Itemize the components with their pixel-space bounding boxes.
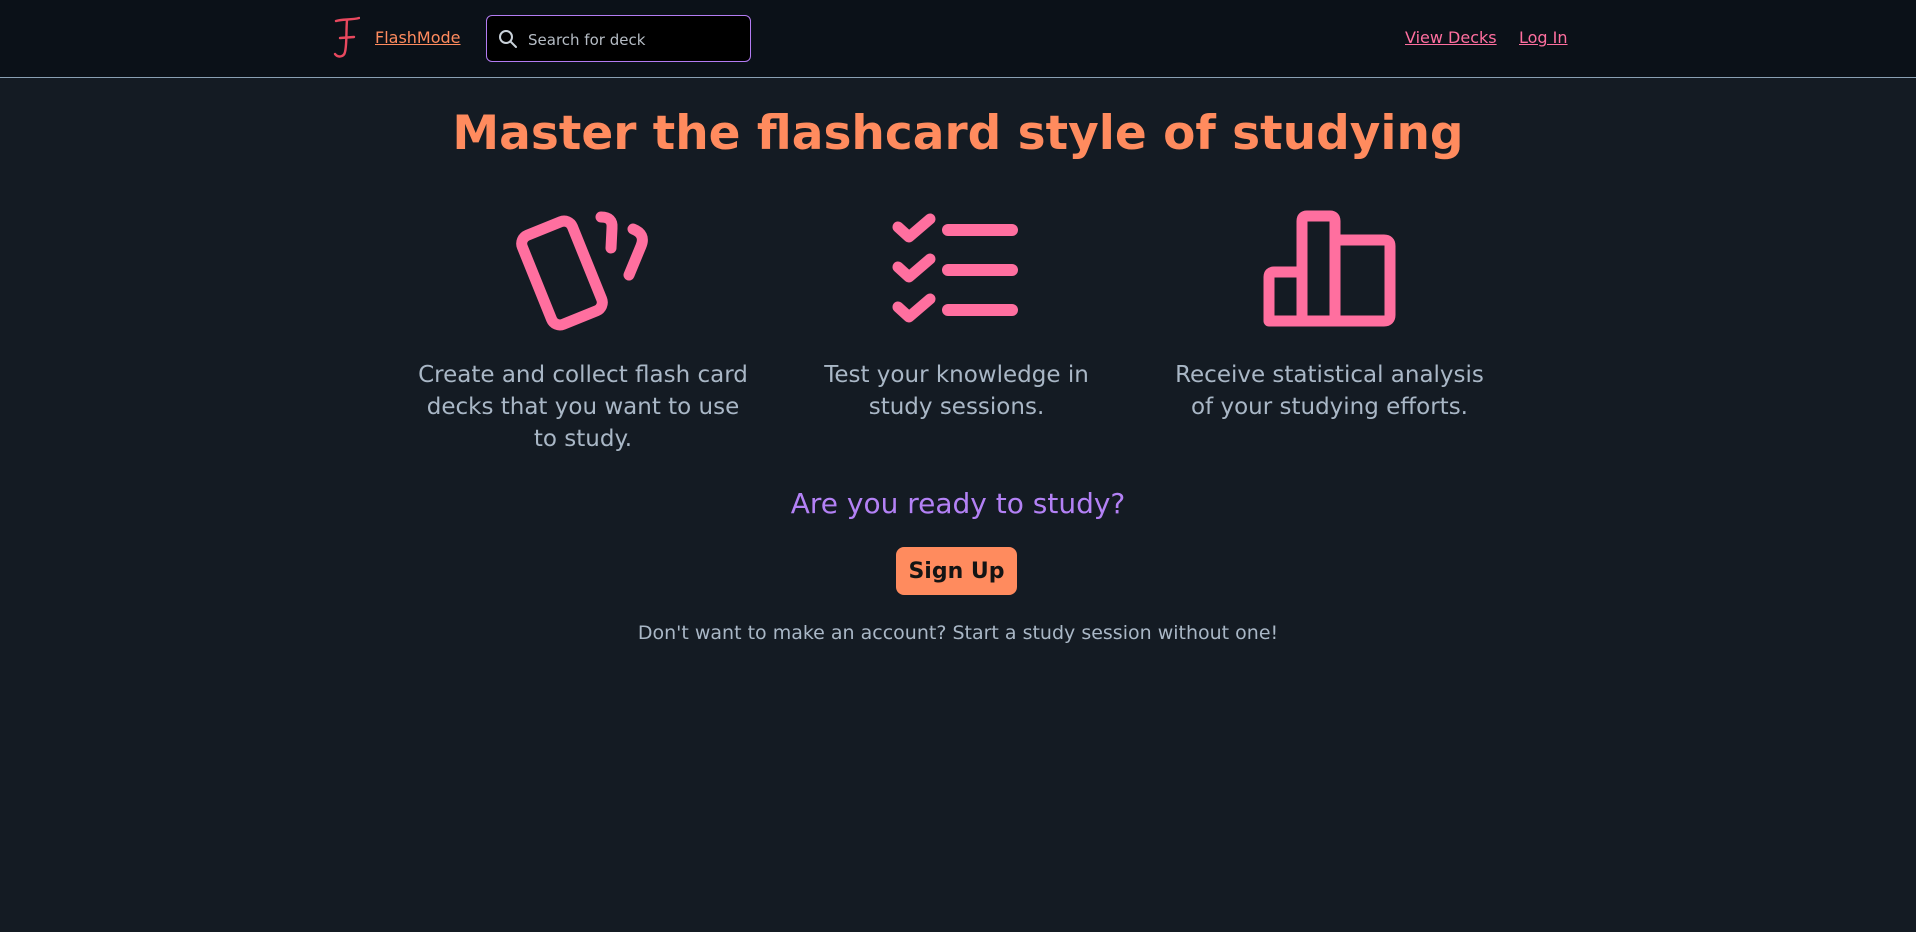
- log-in-link[interactable]: Log In: [1519, 28, 1568, 47]
- brand-link[interactable]: FlashMode: [375, 28, 461, 47]
- bar-chart-icon: [1263, 210, 1396, 327]
- sign-up-button[interactable]: Sign Up: [896, 547, 1017, 595]
- cards-icon: [516, 211, 648, 331]
- search-icon: [499, 30, 517, 48]
- feature-text-stats: Receive statistical analysis of your stu…: [1175, 362, 1484, 420]
- letter-f-logo-icon: [333, 16, 360, 58]
- feature-text-test: Test your knowledge in study sessions.: [824, 362, 1089, 420]
- search-input[interactable]: [526, 24, 740, 55]
- ready-to-study-heading: Are you ready to study?: [790, 487, 1126, 520]
- top-navbar: FlashMode View Decks Log In: [0, 0, 1916, 78]
- view-decks-link[interactable]: View Decks: [1405, 28, 1497, 47]
- checklist-icon: [892, 213, 1018, 323]
- guest-session-text: Don't want to make an account? Start a s…: [637, 622, 1279, 644]
- page-headline: Master the flashcard style of studying: [452, 106, 1464, 161]
- search-box[interactable]: [486, 15, 751, 62]
- feature-text-create: Create and collect flash card decks that…: [418, 362, 748, 452]
